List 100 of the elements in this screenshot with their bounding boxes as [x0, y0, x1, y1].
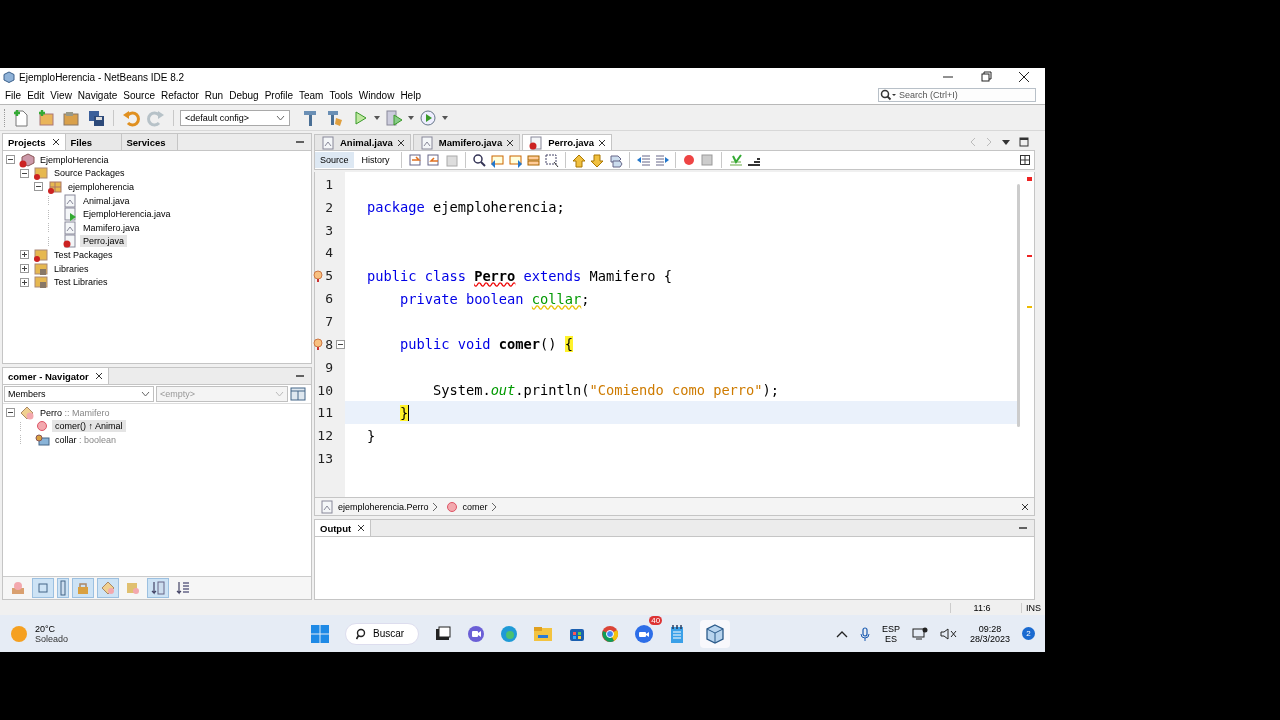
next-bookmark-icon[interactable]	[589, 152, 605, 168]
panel-tab[interactable]: comer - Navigator	[3, 368, 109, 384]
back-icon[interactable]	[425, 152, 441, 168]
menu-item[interactable]: Profile	[261, 89, 296, 101]
class-filter-button[interactable]	[97, 578, 119, 598]
panel-tab[interactable]: Output	[315, 520, 372, 536]
find-icon[interactable]	[471, 152, 487, 168]
panel-tab[interactable]: Files	[65, 134, 122, 150]
browser-icon[interactable]	[500, 624, 519, 643]
maximize-icon[interactable]	[1019, 136, 1029, 147]
highlight-icon[interactable]	[525, 152, 541, 168]
fields-filter-button[interactable]	[32, 578, 54, 598]
menu-item[interactable]: Navigate	[74, 89, 121, 101]
profile-button[interactable]	[418, 107, 438, 128]
weather-widget[interactable]: 20°C Soleado	[10, 623, 310, 644]
breadcrumb[interactable]: comer	[443, 498, 497, 515]
menu-item[interactable]: Refactor	[158, 89, 202, 101]
view-tab[interactable]: History	[356, 152, 395, 168]
chevron-up-icon[interactable]	[835, 629, 848, 638]
tree-item[interactable]: Animal.java	[80, 194, 133, 207]
navigator-item[interactable]: Perro :: Mamifero	[37, 406, 113, 419]
collapse-icon[interactable]	[6, 155, 15, 165]
find-next-icon[interactable]	[507, 152, 523, 168]
tree-item[interactable]: EjemploHerencia.java	[80, 208, 174, 221]
split-icon[interactable]	[1020, 155, 1030, 165]
file-tab[interactable]: Perro.java	[522, 134, 613, 150]
collapse-icon[interactable]	[34, 182, 43, 192]
tree-item[interactable]: ejemploherencia	[65, 181, 138, 193]
globe-icon[interactable]	[601, 624, 620, 643]
minimize-icon[interactable]	[295, 138, 305, 146]
record-icon[interactable]	[681, 152, 697, 168]
panel-layout-icon[interactable]	[290, 387, 306, 401]
new-project-button[interactable]	[36, 107, 56, 128]
close-icon[interactable]	[357, 524, 366, 532]
expand-icon[interactable]	[20, 277, 29, 287]
notification-count[interactable]: 2	[1022, 627, 1035, 640]
navigator-item[interactable]: comer() ↑ Animal	[52, 420, 126, 433]
folder-icon[interactable]	[533, 624, 554, 643]
collapse-icon[interactable]	[20, 168, 29, 178]
members-dropdown[interactable]: Members	[4, 386, 154, 402]
tree-item[interactable]: EjemploHerencia	[37, 153, 112, 166]
tree-item[interactable]: Test Packages	[51, 248, 116, 261]
video-app-icon[interactable]	[634, 623, 655, 644]
close-icon[interactable]	[51, 138, 60, 146]
new-file-button[interactable]	[11, 107, 31, 128]
language-indicator[interactable]: ESP ES	[881, 623, 900, 644]
menu-item[interactable]: File	[2, 89, 25, 101]
task-view-icon[interactable]	[434, 624, 453, 643]
previous-bookmark-icon[interactable]	[571, 152, 587, 168]
taskbar-search[interactable]: Buscar	[345, 622, 420, 645]
tree-item[interactable]: Mamifero.java	[80, 221, 143, 234]
close-icon[interactable]	[1021, 502, 1029, 511]
expand-icon[interactable]	[20, 250, 29, 260]
menu-item[interactable]: Team	[296, 89, 327, 101]
tree-item[interactable]: Perro.java	[80, 235, 128, 248]
file-tab[interactable]: Animal.java	[314, 134, 411, 150]
navigator-item[interactable]: collar : boolean	[52, 434, 120, 446]
view-tab[interactable]: Source	[315, 152, 354, 168]
menu-item[interactable]: Help	[397, 89, 424, 101]
close-icon[interactable]	[506, 138, 515, 147]
sort-name-button[interactable]	[147, 578, 169, 598]
tree-item[interactable]: Test Libraries	[51, 276, 111, 289]
minimize-icon[interactable]	[1018, 524, 1028, 532]
menu-item[interactable]: Tools	[326, 89, 356, 101]
close-icon[interactable]	[598, 138, 607, 147]
menu-item[interactable]: Edit	[24, 89, 48, 101]
breadcrumb[interactable]: ejemploherencia.Perro	[319, 498, 438, 515]
close-icon[interactable]	[94, 372, 103, 380]
select-icon[interactable]	[543, 152, 559, 168]
panel-tab[interactable]: Projects	[3, 134, 66, 150]
minimize-icon[interactable]	[295, 372, 305, 380]
microphone-icon[interactable]	[859, 626, 870, 641]
expand-icon[interactable]	[20, 264, 29, 274]
clock[interactable]: 09:28 28/3/2023	[969, 623, 1010, 644]
config-dropdown[interactable]: <default config>	[180, 109, 290, 126]
panel-tab[interactable]: Services	[121, 134, 178, 150]
menu-item[interactable]: Window	[355, 89, 398, 101]
toggle-bookmark-icon[interactable]	[607, 152, 623, 168]
collapse-icon[interactable]	[6, 408, 15, 418]
tab-list-icon[interactable]	[1001, 137, 1011, 146]
network-icon[interactable]	[911, 626, 928, 641]
shift-left-icon[interactable]	[635, 152, 651, 168]
menu-item[interactable]: Run	[201, 89, 227, 101]
start-icon[interactable]	[310, 623, 330, 644]
debug-button[interactable]	[384, 107, 404, 128]
shift-right-icon[interactable]	[653, 152, 669, 168]
scrollbar[interactable]	[1017, 184, 1020, 427]
close-icon[interactable]	[396, 138, 405, 147]
menu-item[interactable]: Source	[120, 89, 158, 101]
fold-icon[interactable]	[335, 339, 345, 349]
find-previous-icon[interactable]	[489, 152, 505, 168]
speaker-muted-icon[interactable]	[939, 626, 958, 641]
menu-item[interactable]: Debug	[226, 89, 262, 101]
tree-item[interactable]: Libraries	[51, 262, 92, 275]
search-field[interactable]: Search (Ctrl+I)	[878, 88, 1036, 102]
chat-icon[interactable]	[467, 624, 486, 643]
menu-item[interactable]: View	[47, 89, 75, 101]
tree-item[interactable]: Source Packages	[51, 167, 128, 180]
file-tab[interactable]: Mamifero.java	[412, 134, 521, 150]
notepad-icon[interactable]	[669, 623, 686, 644]
